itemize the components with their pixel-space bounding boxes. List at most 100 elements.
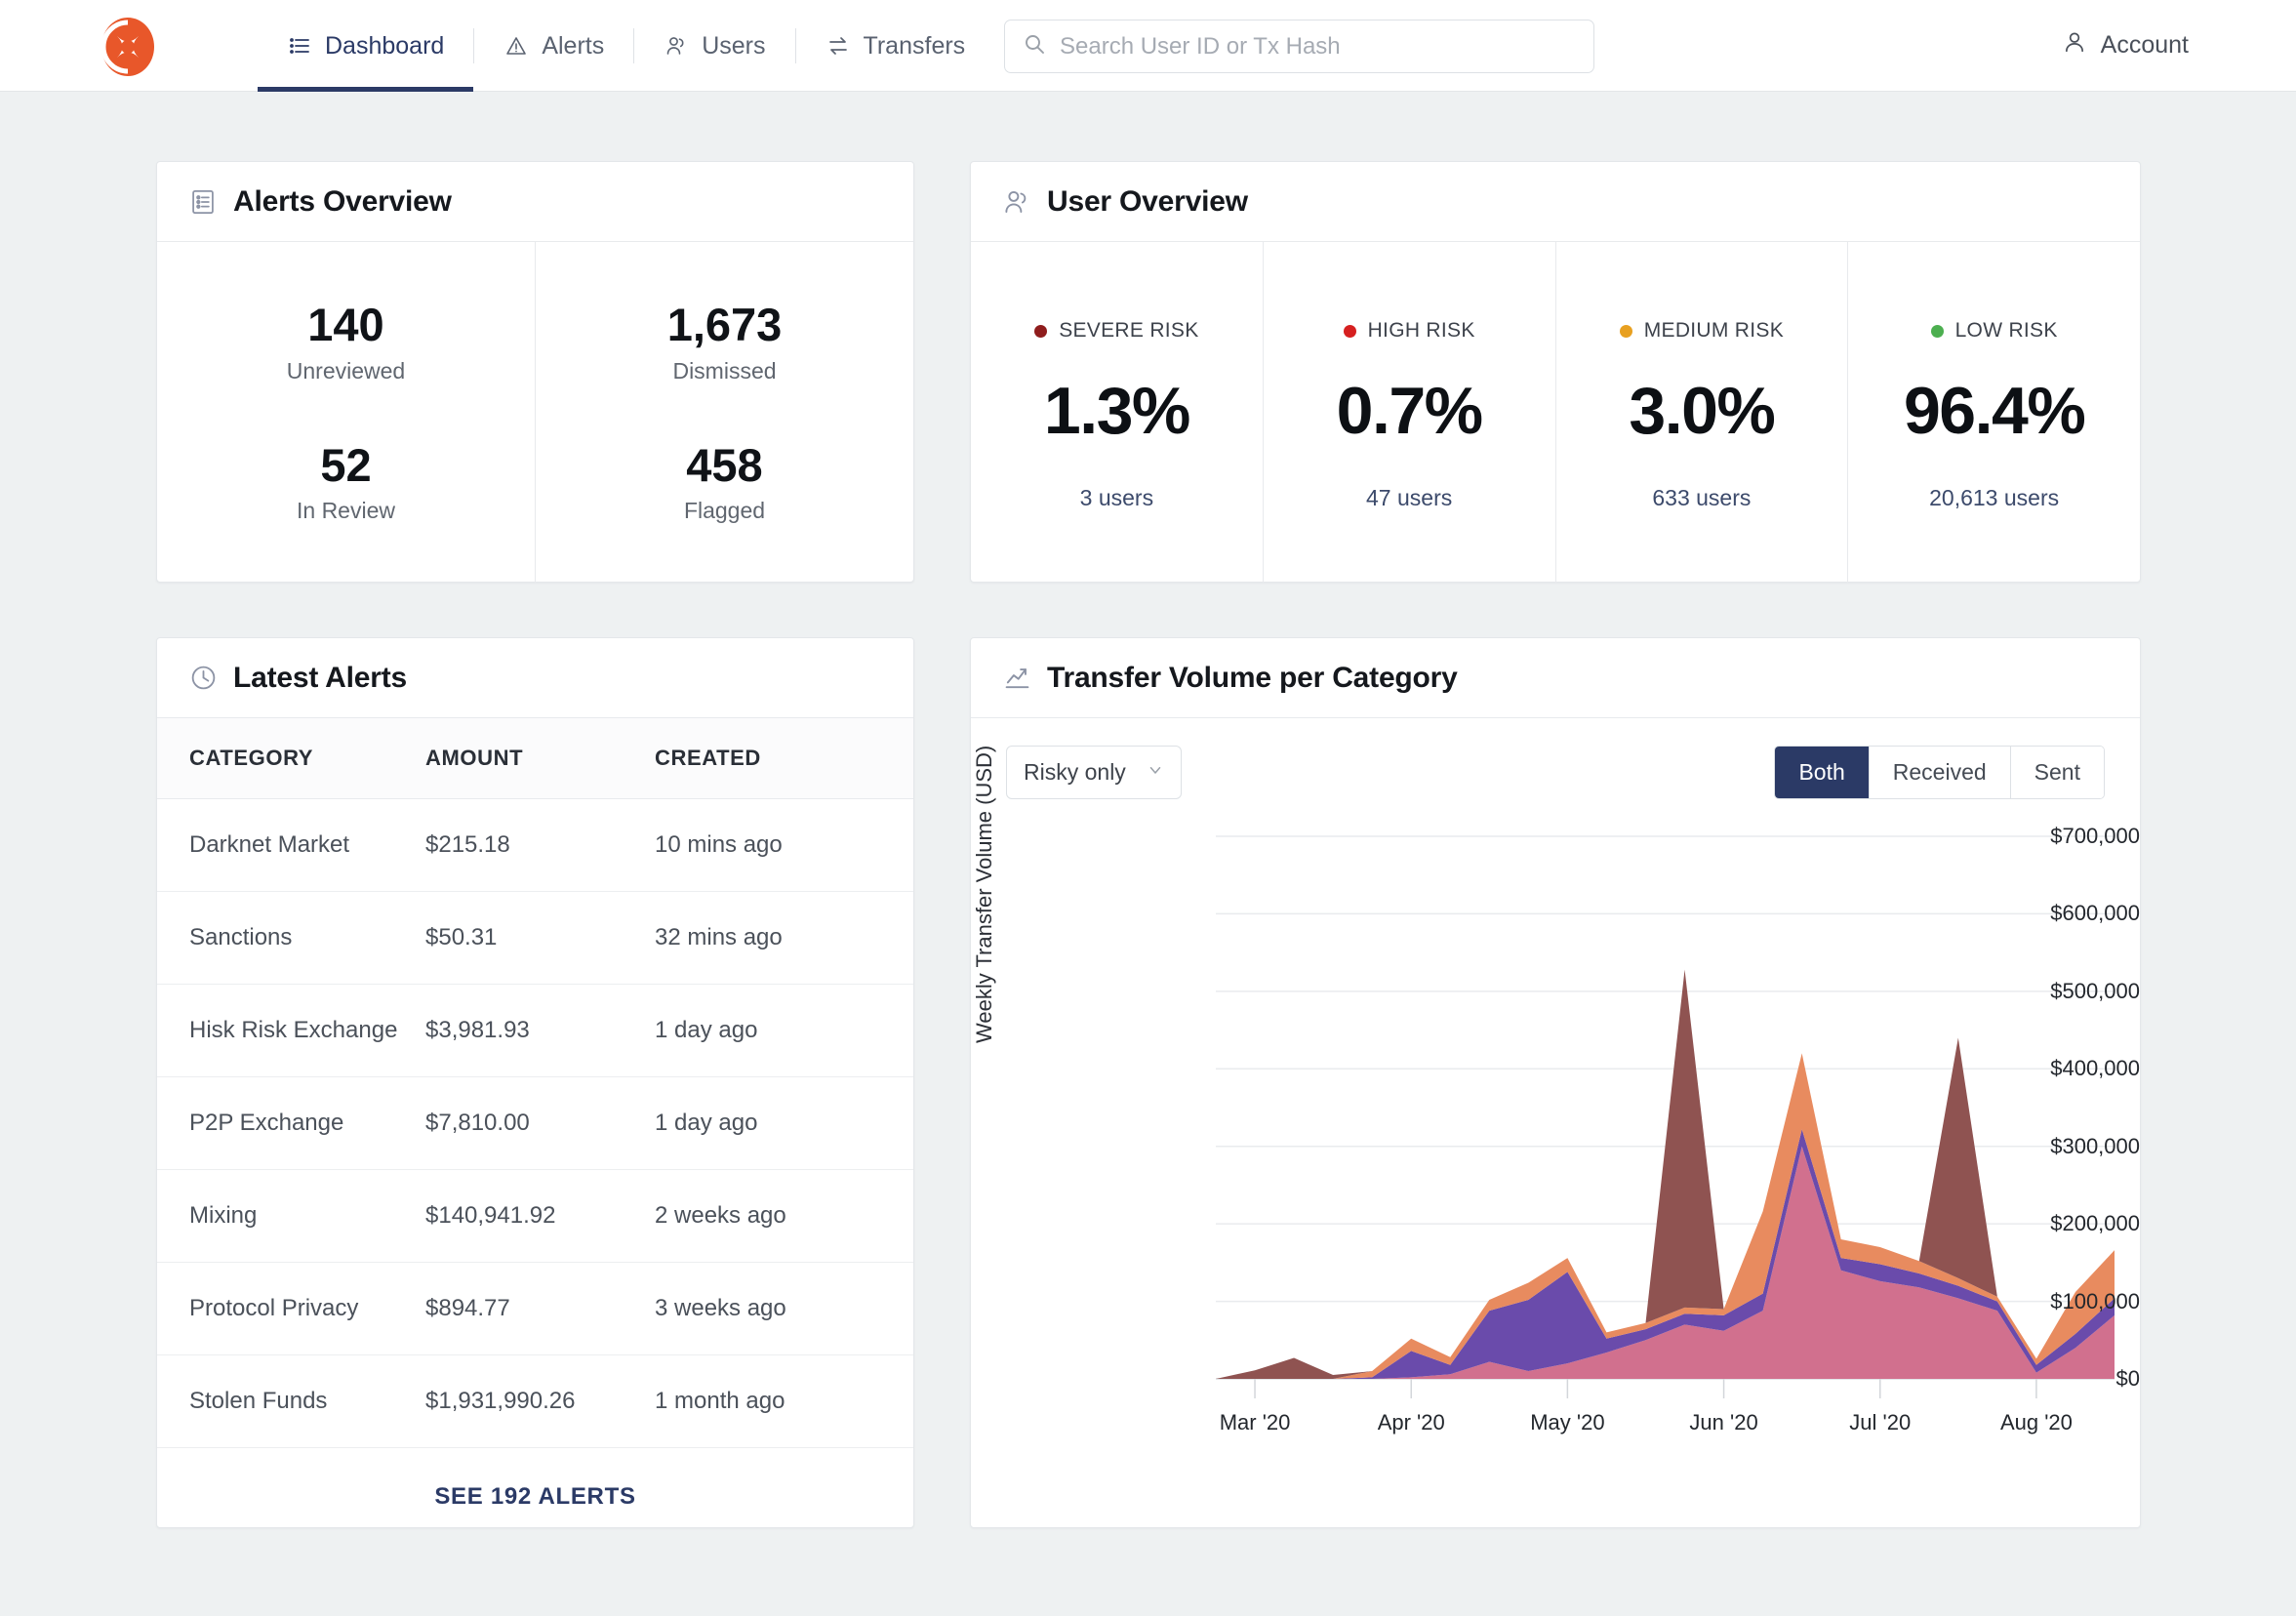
x-tick-label: Aug '20: [1999, 1410, 2073, 1434]
table-header: CATEGORY AMOUNT CREATED: [157, 718, 913, 799]
cell-created: 1 day ago: [655, 1076, 913, 1170]
chart-controls: Risky only Both Received Sent: [971, 718, 2140, 799]
nav-item-transfers[interactable]: Transfers: [796, 0, 995, 92]
stat-label: In Review: [297, 497, 395, 523]
transfer-volume-title: Transfer Volume per Category: [1047, 661, 1458, 694]
medium-risk-dot: [1619, 324, 1632, 338]
y-tick-label: $600,000: [2050, 901, 2140, 926]
stat-flagged: 458 Flagged: [536, 438, 913, 524]
list-icon: [287, 33, 312, 59]
transfer-volume-card: Transfer Volume per Category Risky only …: [970, 637, 2141, 1528]
risk-user-count[interactable]: 47 users: [1366, 485, 1452, 511]
table-row[interactable]: Darknet Market $215.18 10 mins ago: [157, 798, 913, 892]
cell-category: Stolen Funds: [157, 1354, 425, 1448]
table-row[interactable]: Stolen Funds $1,931,990.26 1 month ago: [157, 1354, 913, 1448]
stat-label: Unreviewed: [286, 357, 406, 384]
cell-category: P2P Exchange: [157, 1076, 425, 1170]
user-overview-title: User Overview: [1047, 184, 1248, 218]
stat-unreviewed: 140 Unreviewed: [157, 301, 535, 384]
table-row[interactable]: Protocol Privacy $894.77 3 weeks ago: [157, 1262, 913, 1355]
table-row[interactable]: Hisk Risk Exchange $3,981.93 1 day ago: [157, 984, 913, 1077]
low-risk-dot: [1930, 324, 1944, 338]
cell-created: 1 day ago: [655, 984, 913, 1077]
risk-filter-select[interactable]: Risky only: [1006, 746, 1182, 799]
dashboard-page: Dashboard Alerts Users Transfers Search …: [0, 0, 2296, 1616]
stat-value: 1,673: [666, 299, 783, 351]
column-header-amount[interactable]: AMOUNT: [425, 718, 655, 799]
risk-user-count[interactable]: 3 users: [1080, 485, 1153, 511]
clock-icon: [188, 664, 218, 693]
users-icon: [1002, 187, 1031, 217]
cell-amount: $215.18: [425, 798, 655, 892]
y-tick-label: $400,000: [2050, 1056, 2140, 1081]
nav-item-dashboard[interactable]: Dashboard: [258, 0, 474, 92]
chart-y-axis-label: Weekly Transfer Volume (USD): [972, 745, 996, 1043]
account-button[interactable]: Account: [2062, 29, 2189, 61]
brand-logo-icon[interactable]: [98, 17, 158, 77]
nav-label-dashboard: Dashboard: [325, 31, 445, 60]
risk-label: SEVERE RISK: [1059, 319, 1199, 342]
severe-risk-dot: [1034, 324, 1048, 338]
risk-tag: SEVERE RISK: [1034, 319, 1198, 343]
cell-category: Hisk Risk Exchange: [157, 984, 425, 1077]
x-tick-label: Apr '20: [1377, 1410, 1445, 1434]
risk-user-count[interactable]: 20,613 users: [1929, 485, 2059, 511]
column-header-created[interactable]: CREATED: [655, 718, 913, 799]
column-header-category[interactable]: CATEGORY: [157, 718, 425, 799]
stat-in-review: 52 In Review: [157, 438, 535, 524]
risk-label: HIGH RISK: [1367, 319, 1475, 342]
alerts-overview-card: Alerts Overview 140 Unreviewed 52 In Rev…: [156, 161, 914, 583]
x-tick-label: Mar '20: [1219, 1410, 1291, 1434]
table-row[interactable]: Mixing $140,941.92 2 weeks ago: [157, 1169, 913, 1263]
direction-toggle: Both Received Sent: [1774, 746, 2105, 799]
chevron-down-icon: [1147, 761, 1164, 784]
y-tick-label: $300,000: [2050, 1133, 2140, 1158]
stat-value: 52: [320, 438, 372, 491]
transfers-arrows-icon: [826, 33, 851, 59]
nav-item-users[interactable]: Users: [634, 0, 794, 92]
nav-item-alerts[interactable]: Alerts: [474, 0, 633, 92]
x-tick-label: Jun '20: [1689, 1410, 1758, 1434]
y-tick-label: $0: [2115, 1366, 2140, 1391]
toggle-received[interactable]: Received: [1869, 747, 2011, 798]
search-input[interactable]: [1060, 32, 1576, 61]
user-overview-header: User Overview: [971, 162, 2140, 242]
risk-segment-medium: MEDIUM RISK 3.0% 633 users: [1554, 242, 1848, 583]
users-icon: [664, 33, 689, 59]
search-box[interactable]: [1004, 20, 1594, 73]
cell-amount: $7,810.00: [425, 1076, 655, 1170]
table-body: Darknet Market $215.18 10 mins ago Sanct…: [157, 798, 913, 1448]
user-overview-card: User Overview SEVERE RISK 1.3% 3 users H…: [970, 161, 2141, 583]
y-tick-label: $700,000: [2050, 824, 2140, 848]
stat-label: Dismissed: [672, 357, 777, 384]
nav-label-transfers: Transfers: [863, 31, 966, 60]
cell-category: Protocol Privacy: [157, 1262, 425, 1355]
risk-user-count[interactable]: 633 users: [1652, 485, 1751, 511]
cell-created: 3 weeks ago: [655, 1262, 913, 1355]
alerts-overview-column-right: 1,673 Dismissed 458 Flagged: [535, 242, 913, 583]
warning-triangle-icon: [504, 33, 529, 59]
cell-amount: $1,931,990.26: [425, 1354, 655, 1448]
cell-created: 32 mins ago: [655, 891, 913, 985]
toggle-sent[interactable]: Sent: [2010, 747, 2104, 798]
transfer-volume-chart: Weekly Transfer Volume (USD) $0 $100,000 $…: [971, 746, 2140, 1434]
risk-tag: MEDIUM RISK: [1619, 319, 1784, 343]
list-panel-icon: [188, 187, 218, 217]
cell-created: 10 mins ago: [655, 798, 913, 892]
x-tick-label: May '20: [1530, 1410, 1605, 1434]
cell-category: Darknet Market: [157, 798, 425, 892]
cell-created: 1 month ago: [655, 1354, 913, 1448]
stat-dismissed: 1,673 Dismissed: [536, 301, 913, 384]
table-row[interactable]: P2P Exchange $7,810.00 1 day ago: [157, 1076, 913, 1170]
toggle-both[interactable]: Both: [1775, 747, 1870, 798]
stat-value: 458: [686, 438, 763, 491]
user-overview-body: SEVERE RISK 1.3% 3 users HIGH RISK 0.7% …: [971, 242, 2140, 583]
nav-label-users: Users: [702, 31, 766, 60]
see-all-alerts-link[interactable]: SEE 192 ALERTS: [157, 1448, 913, 1545]
alerts-overview-body: 140 Unreviewed 52 In Review 1,673 Dismis…: [157, 242, 913, 583]
table-header-row: CATEGORY AMOUNT CREATED: [157, 718, 913, 799]
latest-alerts-title: Latest Alerts: [233, 661, 408, 694]
latest-alerts-header: Latest Alerts: [157, 638, 913, 718]
table-row[interactable]: Sanctions $50.31 32 mins ago: [157, 891, 913, 985]
risk-segment-severe: SEVERE RISK 1.3% 3 users: [971, 242, 1263, 583]
